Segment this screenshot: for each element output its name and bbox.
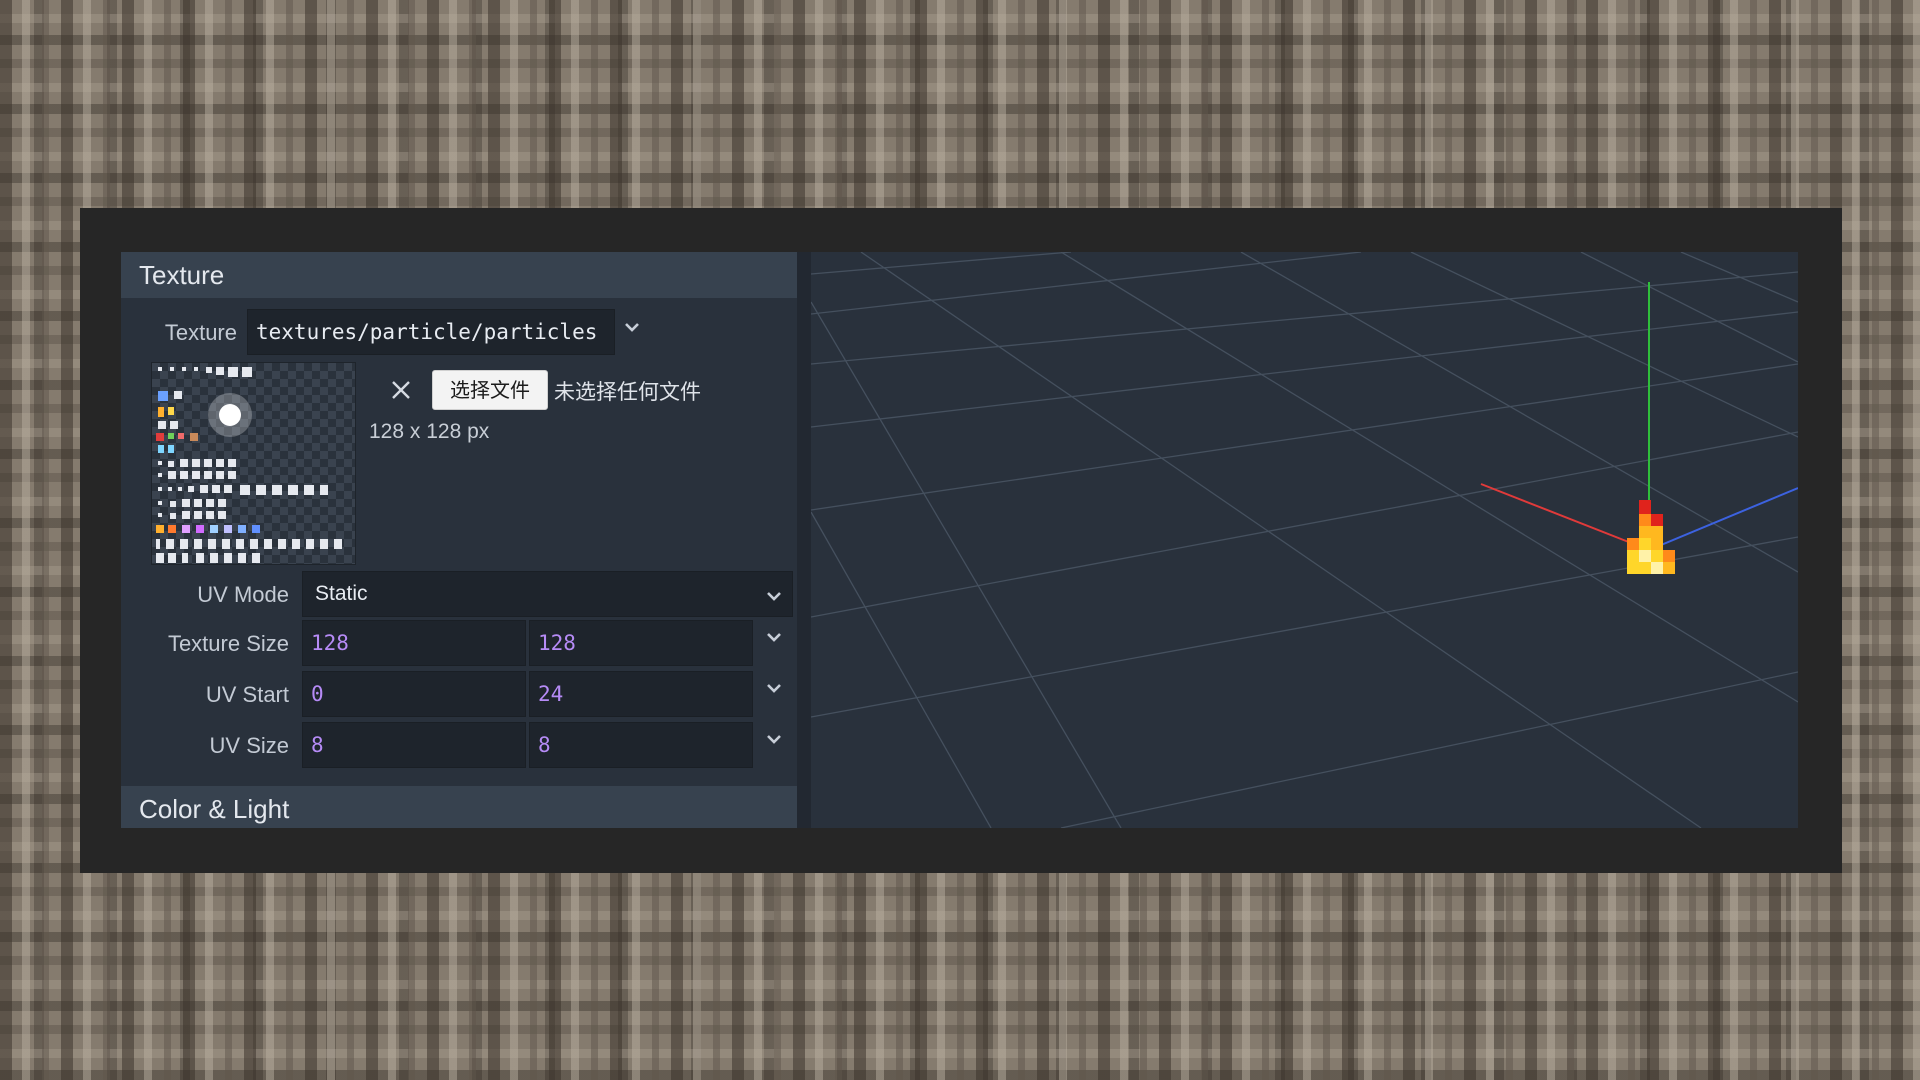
texture-section-header[interactable]: Texture <box>121 252 797 298</box>
uv-start-label: UV Start <box>205 682 289 707</box>
uv-size-x-input[interactable]: 8 <box>302 722 526 768</box>
chevron-down-icon[interactable] <box>761 675 787 701</box>
uv-start-y-input[interactable]: 24 <box>529 671 753 717</box>
uv-size-row: UV Size 8 8 <box>121 722 797 772</box>
chevron-down-icon[interactable] <box>761 624 787 650</box>
uv-mode-select[interactable]: Static <box>302 571 793 617</box>
texture-preview-image <box>151 362 356 565</box>
texture-panel: Texture Texture textures/particle/partic… <box>121 252 797 828</box>
uv-size-y-input[interactable]: 8 <box>529 722 753 768</box>
uv-mode-row: UV Mode Static <box>121 571 797 621</box>
color-light-section-header[interactable]: Color & Light <box>121 786 797 828</box>
viewport-scene <box>811 252 1798 828</box>
file-status-text: 未选择任何文件 <box>554 380 701 404</box>
x-axis-line <box>1480 483 1650 551</box>
uv-start-x-input[interactable]: 0 <box>302 671 526 717</box>
3d-viewport[interactable] <box>811 252 1798 828</box>
flame-particle <box>1627 500 1675 574</box>
texture-size-row: Texture Size 128 128 <box>121 620 797 670</box>
texture-size-x-input[interactable]: 128 <box>302 620 526 666</box>
texture-label: Texture <box>164 320 237 345</box>
chevron-down-icon[interactable] <box>619 314 645 340</box>
choose-file-button[interactable]: 选择文件 <box>432 370 548 410</box>
chevron-down-icon[interactable] <box>761 583 787 609</box>
panel-resize-handle[interactable] <box>797 252 811 828</box>
close-icon[interactable] <box>385 374 417 406</box>
texture-row: Texture textures/particle/particles <box>121 309 797 359</box>
uv-start-row: UV Start 0 24 <box>121 671 797 721</box>
uv-mode-label: UV Mode <box>197 582 289 607</box>
uv-size-label: UV Size <box>209 733 289 758</box>
texture-size-label: Texture Size <box>167 631 289 656</box>
texture-dimensions: 128 x 128 px <box>369 420 490 443</box>
texture-size-y-input[interactable]: 128 <box>529 620 753 666</box>
chevron-down-icon[interactable] <box>761 726 787 752</box>
texture-path-input[interactable]: textures/particle/particles <box>247 309 615 355</box>
